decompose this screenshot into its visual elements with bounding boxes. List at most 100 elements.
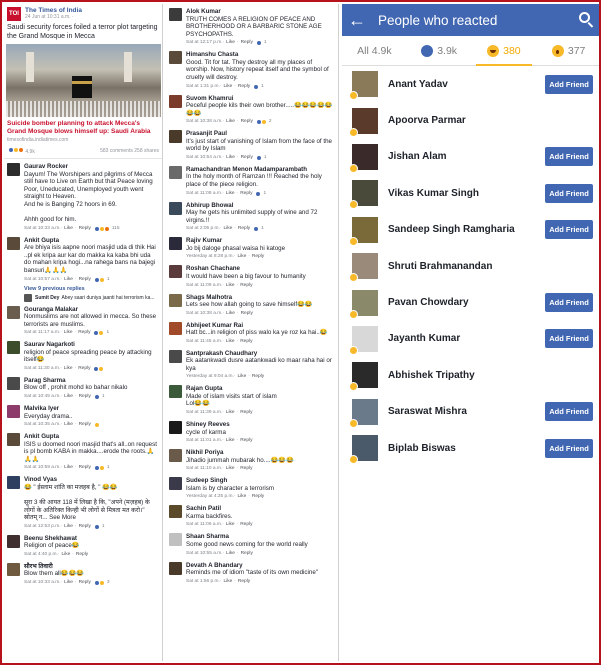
- reply-link[interactable]: Reply: [252, 253, 264, 261]
- comment-time[interactable]: Sat at 1:56 p.m.: [186, 578, 220, 586]
- reply-link[interactable]: Reply: [79, 225, 91, 233]
- comment-time[interactable]: Yesterday at 4:25 p.m.: [186, 493, 234, 501]
- page-logo-icon[interactable]: TOI: [7, 7, 21, 21]
- avatar[interactable]: [169, 8, 182, 21]
- person-name[interactable]: Jishan Alam: [388, 151, 545, 162]
- commenter-name[interactable]: Shaan Sharma: [186, 533, 335, 541]
- commenter-name[interactable]: Sachin Patil: [186, 505, 335, 513]
- like-link[interactable]: Like: [237, 493, 246, 501]
- person-name[interactable]: Apoorva Parmar: [388, 115, 593, 126]
- avatar[interactable]: [169, 94, 182, 108]
- like-link[interactable]: Like: [226, 282, 235, 290]
- like-link[interactable]: Like: [64, 365, 73, 373]
- like-link[interactable]: Like: [64, 579, 73, 587]
- person-name[interactable]: Biplab Biswas: [388, 443, 545, 454]
- like-link[interactable]: Like: [223, 83, 232, 91]
- avatar[interactable]: [169, 165, 182, 179]
- commenter-name[interactable]: Suvom Khamrui: [186, 95, 335, 103]
- comment-time[interactable]: Sat at 4:40 p.m.: [24, 551, 58, 559]
- like-link[interactable]: Like: [64, 421, 73, 429]
- avatar[interactable]: [349, 435, 378, 465]
- post-author[interactable]: The Times of India: [25, 7, 82, 14]
- comment-time[interactable]: Yesterday at 8:28 p.m.: [186, 253, 234, 261]
- add-friend-button[interactable]: Add Friend: [545, 402, 593, 422]
- comment-time[interactable]: Sat at 10:38 a.m.: [186, 118, 223, 126]
- reply-link[interactable]: Reply: [240, 409, 252, 417]
- avatar[interactable]: [7, 476, 20, 490]
- comment-time[interactable]: Sat at 10:59 a.m.: [24, 464, 61, 472]
- reply-link[interactable]: Reply: [241, 310, 253, 318]
- comment-time[interactable]: Sat at 10:55 a.m.: [186, 550, 223, 558]
- reply-link[interactable]: Reply: [241, 154, 253, 162]
- like-link[interactable]: Like: [226, 437, 235, 445]
- commenter-name[interactable]: Himanshu Chasta: [186, 51, 335, 59]
- reply-link[interactable]: Reply: [240, 437, 252, 445]
- reply-link[interactable]: Reply: [241, 39, 253, 47]
- person-name[interactable]: Jayanth Kumar: [388, 333, 545, 344]
- avatar[interactable]: [169, 293, 182, 307]
- like-link[interactable]: Like: [64, 225, 73, 233]
- avatar[interactable]: [169, 201, 182, 215]
- avatar[interactable]: [169, 421, 182, 435]
- person-name[interactable]: Anant Yadav: [388, 79, 545, 90]
- avatar[interactable]: [24, 293, 32, 302]
- avatar[interactable]: [169, 237, 182, 251]
- tab-all[interactable]: All 4.9k: [342, 36, 407, 65]
- comment-reactions[interactable]: 2: [255, 118, 272, 126]
- reply-link[interactable]: Reply: [238, 225, 250, 233]
- comment-time[interactable]: Sat at 10:54 a.m.: [186, 154, 223, 162]
- reply-link[interactable]: Reply: [240, 338, 252, 346]
- reply-link[interactable]: Reply: [76, 551, 88, 559]
- link-title[interactable]: Suicide bomber planning to attack Mecca'…: [4, 117, 162, 137]
- like-link[interactable]: Like: [237, 373, 246, 381]
- reply-link[interactable]: Reply: [79, 276, 91, 284]
- comment-reactions[interactable]: 1: [253, 225, 264, 233]
- person-name[interactable]: Shruti Brahmanandan: [388, 261, 593, 272]
- person-name[interactable]: Abhishek Tripathy: [388, 370, 593, 381]
- reply-link[interactable]: Reply: [241, 118, 253, 126]
- comment-reactions[interactable]: 1: [93, 276, 110, 284]
- comment-time[interactable]: Sat at 12:17 p.m.: [186, 39, 223, 47]
- comment-reactions[interactable]: 3: [93, 579, 110, 587]
- avatar[interactable]: [349, 143, 378, 173]
- avatar[interactable]: [7, 305, 20, 319]
- comment-time[interactable]: Sat at 10:38 a.m.: [186, 310, 223, 318]
- add-friend-button[interactable]: Add Friend: [545, 183, 593, 203]
- person-name[interactable]: Sandeep Singh Ramgharia: [388, 224, 545, 235]
- like-link[interactable]: Like: [226, 190, 235, 198]
- commenter-name[interactable]: Gaurav Rocker: [24, 163, 159, 171]
- comment-time[interactable]: Sat at 11:01 a.m.: [186, 437, 222, 445]
- like-link[interactable]: Like: [226, 550, 235, 558]
- like-link[interactable]: Like: [226, 338, 235, 346]
- add-friend-button[interactable]: Add Friend: [545, 329, 593, 349]
- like-link[interactable]: Like: [226, 118, 235, 126]
- reply-link[interactable]: Reply: [79, 579, 91, 587]
- reply-link[interactable]: Reply: [238, 578, 250, 586]
- like-link[interactable]: Like: [64, 329, 73, 337]
- commenter-name[interactable]: Prasanjit Paul: [186, 130, 335, 138]
- like-link[interactable]: Like: [64, 464, 73, 472]
- reply-link[interactable]: Reply: [78, 365, 90, 373]
- commenter-name[interactable]: Nikhil Poriya: [186, 449, 335, 457]
- commenter-name[interactable]: Gouranga Malakar: [24, 306, 159, 314]
- comment-time[interactable]: Sat at 2:05 p.m.: [186, 225, 220, 233]
- avatar[interactable]: [7, 341, 20, 355]
- comments-shares[interactable]: 583 comments 258 shares: [100, 148, 159, 154]
- like-link[interactable]: Like: [223, 578, 232, 586]
- avatar[interactable]: [169, 477, 182, 491]
- avatar[interactable]: [349, 362, 378, 392]
- like-link[interactable]: Like: [226, 409, 235, 417]
- commenter-name[interactable]: Santprakash Chaudhary: [186, 350, 335, 358]
- person-name[interactable]: Saraswat Mishra: [388, 406, 545, 417]
- comment-time[interactable]: Sat at 11:30 a.m.: [24, 365, 60, 373]
- commenter-name[interactable]: Abhijeet Kumar Rai: [186, 322, 335, 330]
- search-icon[interactable]: [579, 12, 595, 28]
- avatar[interactable]: [349, 325, 378, 355]
- tab-like[interactable]: 3.9k: [407, 36, 472, 65]
- reply-link[interactable]: Reply: [240, 190, 252, 198]
- commenter-name[interactable]: Devath A Bhandary: [186, 562, 335, 570]
- comment-reactions[interactable]: 115: [93, 225, 120, 233]
- comment-time[interactable]: Sat at 10:57 a.m.: [24, 276, 61, 284]
- reaction-summary[interactable]: 4.9k: [7, 147, 35, 155]
- comment-time[interactable]: Sat at 1:31 p.m.: [186, 83, 220, 91]
